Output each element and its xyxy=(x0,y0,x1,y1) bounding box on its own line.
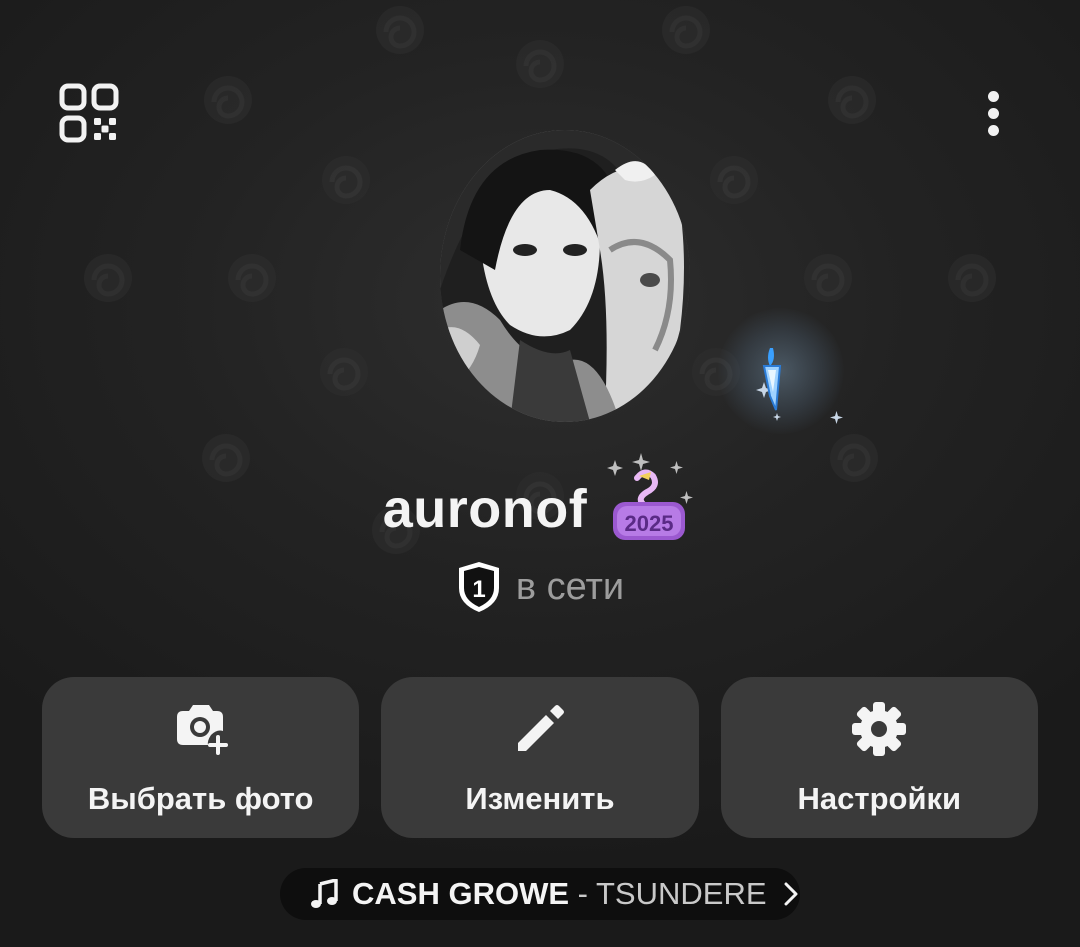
edit-button[interactable]: Изменить xyxy=(381,677,699,838)
level-number: 1 xyxy=(472,576,485,603)
gear-icon xyxy=(852,701,907,756)
more-vertical-icon xyxy=(987,90,999,102)
avatar-image xyxy=(440,130,690,422)
swirl-icon xyxy=(800,250,856,306)
choose-photo-label: Выбрать фото xyxy=(87,780,314,816)
music-separator: - xyxy=(569,876,596,911)
online-status: в сети xyxy=(515,565,625,608)
camera-add-icon xyxy=(176,704,228,755)
gift-crystal-icon[interactable] xyxy=(740,336,850,432)
avatar[interactable] xyxy=(440,130,690,422)
choose-photo-button[interactable]: Выбрать фото xyxy=(42,677,360,838)
qr-code-icon xyxy=(59,83,119,143)
settings-label: Настройки xyxy=(797,780,962,816)
status-row: 1 в сети xyxy=(0,560,1080,614)
swirl-icon xyxy=(512,36,568,92)
swirl-icon xyxy=(658,2,714,58)
swirl-icon xyxy=(944,250,1000,306)
username: auronof xyxy=(382,479,588,539)
swirl-icon xyxy=(318,152,374,208)
swirl-icon xyxy=(372,2,428,58)
action-buttons: Выбрать фото Изменить Настройки xyxy=(42,677,1038,838)
settings-button[interactable]: Настройки xyxy=(720,677,1038,838)
swirl-icon xyxy=(706,152,762,208)
level-shield-icon[interactable]: 1 xyxy=(456,560,502,614)
music-status-pill[interactable]: CASH GROWE - TSUNDERE xyxy=(280,868,800,920)
new-year-2025-emoji-icon[interactable]: 2025 xyxy=(601,452,697,548)
swirl-icon xyxy=(224,250,280,306)
swirl-icon xyxy=(316,344,372,400)
qr-code-button[interactable] xyxy=(58,82,120,144)
swirl-icon xyxy=(80,250,136,306)
svg-text:2025: 2025 xyxy=(625,511,674,536)
edit-label: Изменить xyxy=(465,780,615,816)
music-note-icon xyxy=(311,879,338,908)
pencil-icon xyxy=(517,704,564,751)
username-row: auronof 2025 xyxy=(0,453,1080,548)
badge-year: 2025 xyxy=(625,511,674,536)
chevron-right-icon xyxy=(784,882,798,906)
swirl-icon xyxy=(200,72,256,128)
music-artist: CASH GROWE xyxy=(352,876,569,911)
swirl-icon xyxy=(824,72,880,128)
music-track: TSUNDERE xyxy=(596,876,767,911)
more-menu-button[interactable] xyxy=(975,82,1011,144)
music-track-text: CASH GROWE - TSUNDERE xyxy=(352,876,767,912)
